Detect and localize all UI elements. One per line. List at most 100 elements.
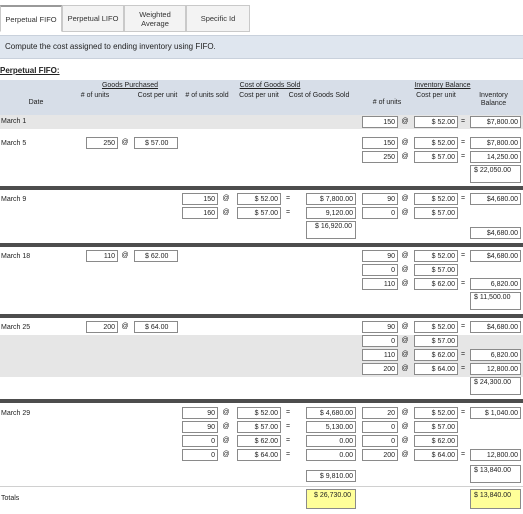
input-mar25-inv-units-1[interactable]: 90 xyxy=(362,321,398,333)
input-mar29-cogs-cost-4[interactable]: $ 64.00 xyxy=(237,449,281,461)
value: 200 xyxy=(103,324,115,331)
input-mar1-inv-cost[interactable]: $ 52.00 xyxy=(414,116,458,128)
input-mar9-inv-bal-1[interactable]: $4,680.00 xyxy=(470,193,521,205)
input-mar29-inv-cost-2[interactable]: $ 57.00 xyxy=(414,421,458,433)
input-mar25-inv-cost-2[interactable]: $ 57.00 xyxy=(414,335,458,347)
equals-sign: = xyxy=(460,153,466,160)
input-mar18-inv-units-2[interactable]: 0 xyxy=(362,264,398,276)
tab-perpetual-lifo[interactable]: Perpetual LIFO xyxy=(62,5,124,32)
input-mar29-cogs-total-1[interactable]: $ 4,680.00 xyxy=(306,407,356,419)
input-mar25-inv-bal-4[interactable]: 12,800.00 xyxy=(470,363,521,375)
value: 110 xyxy=(383,281,395,288)
value: 6,820.00 xyxy=(490,281,518,288)
input-mar18-inv-bal-1[interactable]: $4,680.00 xyxy=(470,250,521,262)
input-mar1-inv-bal[interactable]: $7,800.00 xyxy=(470,116,521,128)
equals-sign: = xyxy=(285,423,291,430)
input-mar25-inv-bal-3[interactable]: 6,820.00 xyxy=(470,349,521,361)
input-mar9-inv-total[interactable]: $4,680.00 xyxy=(470,227,521,239)
input-mar25-inv-units-2[interactable]: 0 xyxy=(362,335,398,347)
input-mar18-gp-cost[interactable]: $ 62.00 xyxy=(134,250,178,262)
input-mar29-inv-units-4[interactable]: 200 xyxy=(362,449,398,461)
input-mar25-gp-cost[interactable]: $ 64.00 xyxy=(134,321,178,333)
input-mar5-inv-units-2[interactable]: 250 xyxy=(362,151,398,163)
input-mar18-inv-cost-2[interactable]: $ 57.00 xyxy=(414,264,458,276)
equals-sign: = xyxy=(460,280,466,287)
value: $ 57.00 xyxy=(145,140,169,147)
input-mar9-inv-cost-2[interactable]: $ 57.00 xyxy=(414,207,458,219)
input-mar25-inv-units-4[interactable]: 200 xyxy=(362,363,398,375)
input-mar29-cogs-sum[interactable]: $ 9,810.00 xyxy=(306,470,356,482)
input-mar29-cogs-units-2[interactable]: 90 xyxy=(182,421,218,433)
input-mar5-inv-bal-1[interactable]: $7,800.00 xyxy=(470,137,521,149)
input-mar18-inv-cost-3[interactable]: $ 62.00 xyxy=(414,278,458,290)
at-sign: @ xyxy=(401,409,409,416)
input-mar18-inv-cost-1[interactable]: $ 52.00 xyxy=(414,250,458,262)
input-mar5-gp-cost[interactable]: $ 57.00 xyxy=(134,137,178,149)
input-mar18-inv-units-3[interactable]: 110 xyxy=(362,278,398,290)
input-mar29-cogs-cost-3[interactable]: $ 62.00 xyxy=(237,435,281,447)
input-mar29-cogs-total-3[interactable]: 0.00 xyxy=(306,435,356,447)
input-mar25-inv-cost-4[interactable]: $ 64.00 xyxy=(414,363,458,375)
input-mar29-inv-cost-1[interactable]: $ 52.00 xyxy=(414,407,458,419)
input-mar29-inv-bal-1[interactable]: $ 1,040.00 xyxy=(470,407,521,419)
input-mar25-inv-total[interactable]: $ 24,300.00 xyxy=(470,377,521,395)
input-mar18-gp-units[interactable]: 110 xyxy=(86,250,118,262)
row-separator xyxy=(0,399,523,403)
input-mar9-inv-units-2[interactable]: 0 xyxy=(362,207,398,219)
value: 200 xyxy=(383,452,395,459)
input-mar1-inv-units[interactable]: 150 xyxy=(362,116,398,128)
input-mar25-inv-cost-1[interactable]: $ 52.00 xyxy=(414,321,458,333)
input-mar5-inv-cost-2[interactable]: $ 57.00 xyxy=(414,151,458,163)
tab-perpetual-fifo[interactable]: Perpetual FIFO xyxy=(0,5,62,32)
input-mar9-inv-units-1[interactable]: 90 xyxy=(362,193,398,205)
input-mar9-cogs-total-1[interactable]: $ 7,800.00 xyxy=(306,193,356,205)
input-mar29-cogs-total-4[interactable]: 0.00 xyxy=(306,449,356,461)
input-mar29-cogs-units-4[interactable]: 0 xyxy=(182,449,218,461)
input-mar5-gp-units[interactable]: 250 xyxy=(86,137,118,149)
input-mar9-cogs-cost-1[interactable]: $ 52.00 xyxy=(237,193,281,205)
at-sign: @ xyxy=(401,195,409,202)
input-mar5-inv-cost-1[interactable]: $ 52.00 xyxy=(414,137,458,149)
value: 0 xyxy=(211,438,215,445)
input-mar25-inv-cost-3[interactable]: $ 62.00 xyxy=(414,349,458,361)
input-mar29-inv-cost-4[interactable]: $ 64.00 xyxy=(414,449,458,461)
at-sign: @ xyxy=(401,266,409,273)
value: $ 52.00 xyxy=(431,140,455,147)
input-mar18-inv-total[interactable]: $ 11,500.00 xyxy=(470,292,521,310)
header-inv-cost: Cost per unit xyxy=(416,92,456,99)
input-mar29-inv-bal-4[interactable]: 12,800.00 xyxy=(470,449,521,461)
input-mar25-inv-units-3[interactable]: 110 xyxy=(362,349,398,361)
input-mar25-gp-units[interactable]: 200 xyxy=(86,321,118,333)
input-mar9-cogs-units-1[interactable]: 150 xyxy=(182,193,218,205)
input-mar29-inv-units-3[interactable]: 0 xyxy=(362,435,398,447)
input-mar5-inv-units-1[interactable]: 150 xyxy=(362,137,398,149)
at-sign: @ xyxy=(401,139,409,146)
input-mar29-inv-total[interactable]: $ 13,840.00 xyxy=(470,465,521,483)
tab-weighted-average[interactable]: Weighted Average xyxy=(124,5,186,32)
input-mar29-cogs-total-2[interactable]: 5,130.00 xyxy=(306,421,356,433)
input-mar9-cogs-sum[interactable]: $ 16,920.00 xyxy=(306,221,356,239)
input-mar5-inv-bal-2[interactable]: 14,250.00 xyxy=(470,151,521,163)
input-mar29-cogs-cost-1[interactable]: $ 52.00 xyxy=(237,407,281,419)
input-mar29-inv-units-2[interactable]: 0 xyxy=(362,421,398,433)
date-mar1: March 1 xyxy=(1,118,27,125)
input-mar29-inv-units-1[interactable]: 20 xyxy=(362,407,398,419)
input-mar9-cogs-total-2[interactable]: 9,120.00 xyxy=(306,207,356,219)
input-mar9-cogs-cost-2[interactable]: $ 57.00 xyxy=(237,207,281,219)
input-mar29-cogs-cost-2[interactable]: $ 57.00 xyxy=(237,421,281,433)
input-mar18-inv-bal-3[interactable]: 6,820.00 xyxy=(470,278,521,290)
input-total-inv[interactable]: $ 13,840.00 xyxy=(470,489,521,509)
input-mar9-cogs-units-2[interactable]: 160 xyxy=(182,207,218,219)
at-sign: @ xyxy=(222,423,230,430)
input-mar25-inv-bal-1[interactable]: $4,680.00 xyxy=(470,321,521,333)
at-sign: @ xyxy=(401,280,409,287)
input-total-cogs[interactable]: $ 26,730.00 xyxy=(306,489,356,509)
input-mar18-inv-units-1[interactable]: 90 xyxy=(362,250,398,262)
input-mar29-inv-cost-3[interactable]: $ 62.00 xyxy=(414,435,458,447)
date-mar9: March 9 xyxy=(1,196,27,203)
input-mar5-inv-total[interactable]: $ 22,050.00 xyxy=(470,165,521,183)
input-mar29-cogs-units-3[interactable]: 0 xyxy=(182,435,218,447)
input-mar29-cogs-units-1[interactable]: 90 xyxy=(182,407,218,419)
input-mar9-inv-cost-1[interactable]: $ 52.00 xyxy=(414,193,458,205)
tab-specific-id[interactable]: Specific Id xyxy=(186,5,250,32)
